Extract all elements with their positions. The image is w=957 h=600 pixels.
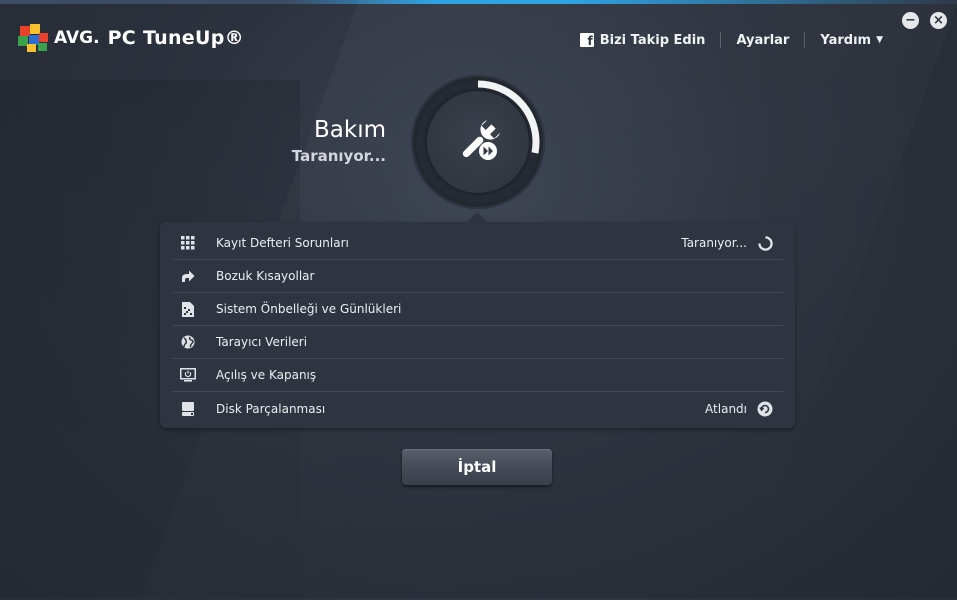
cancel-button[interactable]: İptal (402, 449, 552, 485)
help-label: Yardım (820, 32, 872, 48)
divider (720, 32, 722, 48)
grid-icon (180, 235, 196, 251)
shortcut-arrow-icon (180, 268, 196, 284)
avg-logo-icon (18, 24, 50, 52)
scan-title-block: Bakım Taranıyor... (292, 116, 386, 166)
dial-center (427, 91, 529, 193)
app-logo: AVG. PC TuneUp® (18, 24, 244, 52)
settings-link[interactable]: Ayarlar (736, 33, 789, 48)
item-label: Açılış ve Kapanış (216, 368, 317, 382)
cache-file-icon (180, 301, 196, 317)
list-item: Kayıt Defteri Sorunları Taranıyor... (173, 227, 783, 260)
list-item: Bozuk Kısayollar (173, 260, 783, 293)
follow-us-link[interactable]: f Bizi Takip Edin (579, 32, 706, 48)
divider (804, 32, 806, 48)
globe-icon (180, 334, 196, 350)
list-item: Açılış ve Kapanış (173, 359, 783, 392)
minimize-button[interactable]: − (902, 12, 919, 29)
scan-status: Taranıyor... (291, 147, 386, 165)
product-name: PC TuneUp® (107, 27, 244, 49)
list-item: Disk Parçalanması Atlandı (173, 392, 783, 425)
scan-title: Bakım (314, 117, 386, 143)
help-menu[interactable]: Yardım ▼ (820, 33, 883, 48)
progress-dial (411, 75, 545, 209)
item-status: Atlandı (705, 401, 747, 416)
item-status: Taranıyor... (681, 236, 747, 250)
skip-icon (757, 401, 773, 417)
list-item: Tarayıcı Verileri (173, 326, 783, 359)
spinner-icon (757, 235, 773, 251)
item-label: Kayıt Defteri Sorunları (216, 236, 349, 250)
follow-us-label: Bizi Takip Edin (599, 32, 706, 48)
item-label: Bozuk Kısayollar (216, 269, 315, 283)
facebook-icon: f (579, 33, 594, 47)
scan-items-panel: Kayıt Defteri Sorunları Taranıyor... Boz… (160, 222, 795, 428)
item-label: Sistem Önbelleği ve Günlükleri (216, 302, 402, 316)
header-links: f Bizi Takip Edin Ayarlar Yardım ▼ (579, 32, 883, 48)
minimize-icon: − (905, 13, 916, 28)
close-button[interactable]: × (930, 12, 947, 29)
close-icon: × (933, 13, 944, 28)
item-label: Tarayıcı Verileri (216, 335, 308, 349)
caret-down-icon: ▼ (876, 35, 883, 45)
dial-pointer (467, 212, 487, 222)
brand-name: AVG. (54, 28, 100, 48)
list-item: Sistem Önbelleği ve Günlükleri (173, 293, 783, 326)
disk-icon (180, 401, 196, 417)
wrench-play-icon (462, 120, 500, 160)
item-label: Disk Parçalanması (216, 401, 326, 416)
monitor-power-icon (180, 367, 196, 383)
